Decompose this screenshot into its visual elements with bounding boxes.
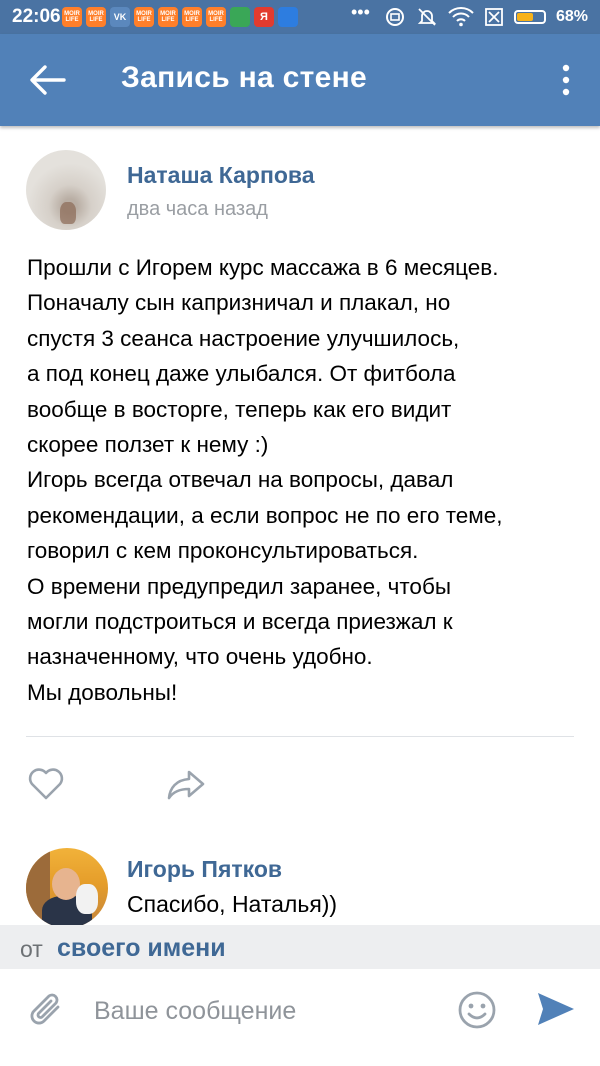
shield-notification-icon bbox=[230, 7, 250, 27]
page-title: Запись на стене bbox=[121, 61, 368, 94]
back-arrow-icon[interactable] bbox=[28, 62, 68, 98]
post-text: Прошли с Игорем курс массажа в 6 месяцев… bbox=[27, 255, 503, 705]
share-arrow-icon[interactable] bbox=[165, 766, 207, 802]
comment-author-avatar[interactable] bbox=[26, 848, 108, 928]
divider bbox=[26, 736, 574, 737]
comment-text: Спасибо, Наталья)) bbox=[127, 891, 338, 917]
avatar-figure bbox=[60, 202, 76, 224]
app-notification-icon: MOIR LIFE bbox=[206, 7, 226, 27]
notification-icons: MOIR LIFE MOIR LIFE VK MOIR LIFE MOIR LI… bbox=[62, 7, 298, 27]
rotation-lock-icon bbox=[385, 8, 404, 26]
paperclip-icon[interactable] bbox=[28, 990, 66, 1030]
battery-percent: 68% bbox=[555, 8, 588, 25]
app-notification-icon: MOIR LIFE bbox=[158, 7, 178, 27]
battery-level bbox=[516, 13, 533, 21]
more-notifications-icon: ••• bbox=[351, 2, 370, 22]
post-author-avatar[interactable] bbox=[26, 150, 106, 230]
post-as-selector[interactable]: своего имени bbox=[57, 934, 226, 963]
app-header: Запись на стене bbox=[0, 34, 600, 126]
avatar-child bbox=[76, 884, 98, 914]
app-notification-icon: MOIR LIFE bbox=[182, 7, 202, 27]
app-notification-icon: MOIR LIFE bbox=[86, 7, 106, 27]
message-input[interactable] bbox=[94, 989, 434, 1033]
app-notification-icon: MOIR LIFE bbox=[62, 7, 82, 27]
no-sim-icon bbox=[485, 8, 503, 26]
post-time: два часа назад bbox=[127, 198, 268, 220]
emoji-smile-icon[interactable] bbox=[457, 990, 497, 1030]
app-notification-icon bbox=[278, 7, 298, 27]
post-author-name[interactable]: Наташа Карпова bbox=[127, 162, 315, 189]
comment-author-name[interactable]: Игорь Пятков bbox=[127, 856, 282, 883]
like-heart-icon[interactable] bbox=[26, 766, 66, 802]
system-icons: 68% bbox=[384, 4, 588, 30]
post-as-bar: от своего имени bbox=[0, 925, 600, 969]
post-as-prefix: от bbox=[20, 936, 43, 962]
message-composer bbox=[0, 969, 600, 1066]
wifi-icon bbox=[448, 7, 474, 27]
app-notification-icon: MOIR LIFE bbox=[134, 7, 154, 27]
overflow-menu-icon[interactable] bbox=[560, 64, 572, 96]
battery-icon bbox=[513, 10, 546, 24]
vk-notification-icon: VK bbox=[110, 7, 130, 27]
mute-icon bbox=[417, 8, 437, 26]
status-time: 22:06 bbox=[12, 6, 61, 27]
status-bar: 22:06 MOIR LIFE MOIR LIFE VK MOIR LIFE M… bbox=[0, 0, 600, 34]
yandex-notification-icon: Я bbox=[254, 7, 274, 27]
send-icon[interactable] bbox=[534, 989, 576, 1029]
